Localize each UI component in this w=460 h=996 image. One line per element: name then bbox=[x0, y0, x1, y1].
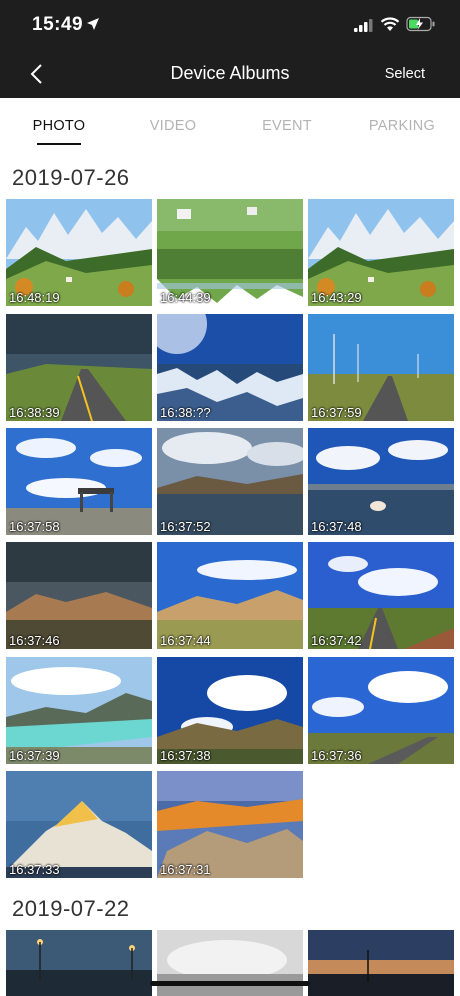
category-tabs: PHOTO VIDEO EVENT PARKING bbox=[0, 98, 460, 148]
photo-timestamp: 16:37:59 bbox=[311, 405, 362, 420]
photo-thumbnail[interactable]: 16:37:38 bbox=[157, 657, 303, 764]
photo-thumbnail[interactable]: 16:37:31 bbox=[157, 771, 303, 878]
photo-thumbnail[interactable]: 16:37:59 bbox=[308, 314, 454, 421]
nav-bar: Device Albums Select bbox=[0, 50, 460, 98]
photo-timestamp: 16:38:?? bbox=[160, 405, 211, 420]
status-bar: 15:49 bbox=[0, 0, 460, 50]
tab-photo[interactable]: PHOTO bbox=[26, 118, 92, 134]
photo-thumbnail[interactable]: 16:44:39 bbox=[157, 199, 303, 306]
photo-timestamp: 16:38:39 bbox=[9, 405, 60, 420]
photo-thumbnail[interactable]: 16:37:33 bbox=[6, 771, 152, 878]
photo-timestamp: 16:37:39 bbox=[9, 748, 60, 763]
photo-thumbnail[interactable] bbox=[6, 930, 152, 996]
status-time: 15:49 bbox=[32, 14, 84, 35]
photo-thumbnail[interactable]: 16:37:42 bbox=[308, 542, 454, 649]
tab-event[interactable]: EVENT bbox=[254, 118, 320, 134]
photo-thumbnail[interactable]: 16:37:52 bbox=[157, 428, 303, 535]
photo-thumbnail[interactable]: 16:37:36 bbox=[308, 657, 454, 764]
photo-thumbnail[interactable]: 16:37:39 bbox=[6, 657, 152, 764]
select-button[interactable]: Select bbox=[385, 66, 425, 82]
photo-timestamp: 16:37:33 bbox=[9, 862, 60, 877]
photo-thumbnail[interactable]: 16:37:48 bbox=[308, 428, 454, 535]
location-arrow-icon bbox=[87, 18, 99, 30]
photo-thumbnail[interactable]: 16:48:19 bbox=[6, 199, 152, 306]
photo-timestamp: 16:37:38 bbox=[160, 748, 211, 763]
wifi-icon bbox=[380, 17, 400, 31]
battery-charging-icon bbox=[406, 16, 435, 32]
photo-thumbnail[interactable] bbox=[308, 930, 454, 996]
photo-timestamp: 16:37:52 bbox=[160, 519, 211, 534]
photo-thumbnail[interactable]: 16:37:58 bbox=[6, 428, 152, 535]
photo-timestamp: 16:44:39 bbox=[160, 290, 211, 305]
home-indicator bbox=[150, 981, 310, 986]
photo-timestamp: 16:37:58 bbox=[9, 519, 60, 534]
date-header: 2019-07-22 bbox=[12, 896, 130, 921]
photo-timestamp: 16:37:36 bbox=[311, 748, 362, 763]
tab-video[interactable]: VIDEO bbox=[140, 118, 206, 134]
photo-thumbnail[interactable]: 16:37:46 bbox=[6, 542, 152, 649]
photo-timestamp: 16:37:44 bbox=[160, 633, 211, 648]
date-header: 2019-07-26 bbox=[12, 165, 130, 190]
photo-timestamp: 16:37:48 bbox=[311, 519, 362, 534]
photo-timestamp: 16:37:42 bbox=[311, 633, 362, 648]
cellular-signal-icon bbox=[354, 19, 373, 32]
photo-timestamp: 16:48:19 bbox=[9, 290, 60, 305]
photo-thumbnail[interactable]: 16:38:?? bbox=[157, 314, 303, 421]
photo-thumbnail[interactable]: 16:38:39 bbox=[6, 314, 152, 421]
photo-timestamp: 16:43:29 bbox=[311, 290, 362, 305]
photo-thumbnail[interactable]: 16:37:44 bbox=[157, 542, 303, 649]
active-tab-indicator bbox=[37, 143, 81, 145]
photo-timestamp: 16:37:46 bbox=[9, 633, 60, 648]
photo-thumbnail[interactable] bbox=[157, 930, 303, 996]
tab-parking[interactable]: PARKING bbox=[362, 118, 442, 134]
photo-timestamp: 16:37:31 bbox=[160, 862, 211, 877]
photo-thumbnail[interactable]: 16:43:29 bbox=[308, 199, 454, 306]
